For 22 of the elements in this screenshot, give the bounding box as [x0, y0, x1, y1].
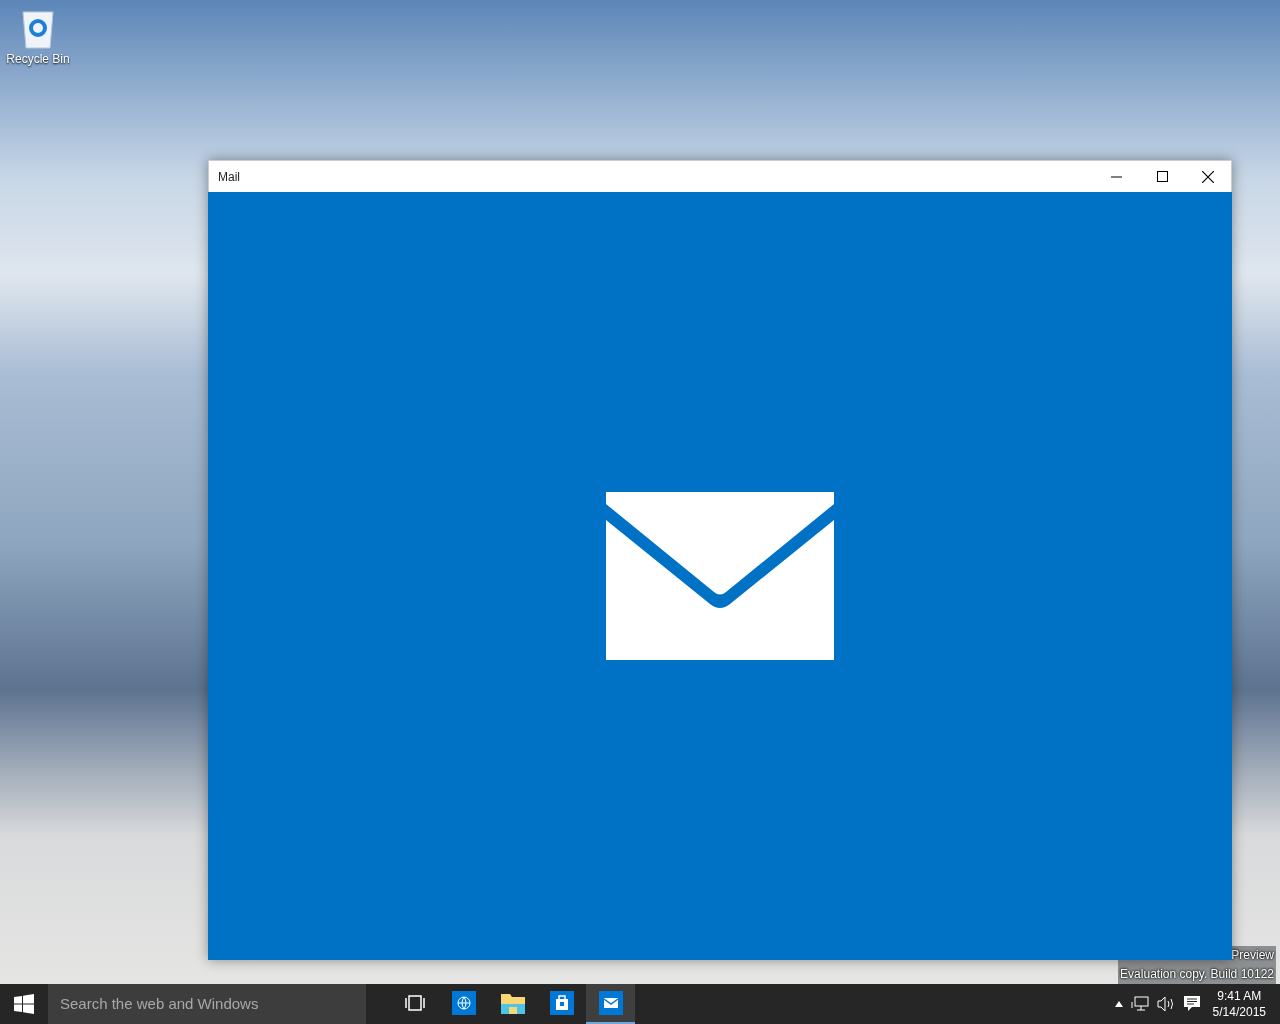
clock-date: 5/14/2015	[1212, 1004, 1266, 1020]
network-icon[interactable]	[1130, 996, 1149, 1012]
message-icon[interactable]	[1182, 995, 1201, 1013]
windows-logo-icon	[14, 994, 34, 1014]
shopping-bag-icon	[549, 991, 574, 1015]
task-view-icon	[404, 995, 425, 1011]
folder-icon	[500, 992, 525, 1014]
desktop-notice-text: Evaluation copy. Build 10122	[1120, 966, 1274, 983]
envelope-icon	[598, 991, 623, 1015]
maximize-icon	[1156, 171, 1168, 182]
taskbar-app-button[interactable]	[586, 984, 635, 1024]
window-title: Mail	[217, 168, 241, 186]
search-field[interactable]: Search the web and Windows	[48, 984, 366, 1024]
envelope-icon	[606, 492, 834, 660]
close-icon	[1202, 170, 1214, 183]
desktop-notice-text: Preview	[1231, 947, 1274, 964]
clock[interactable]: 9:41 AM 5/14/2015	[1208, 988, 1270, 1020]
caret-icon[interactable]	[1114, 1001, 1123, 1007]
speaker-icon[interactable]	[1156, 996, 1175, 1012]
globe-icon	[451, 991, 476, 1015]
recycle-bin-icon[interactable]	[20, 8, 56, 50]
clock-time: 9:41 AM	[1217, 988, 1262, 1004]
